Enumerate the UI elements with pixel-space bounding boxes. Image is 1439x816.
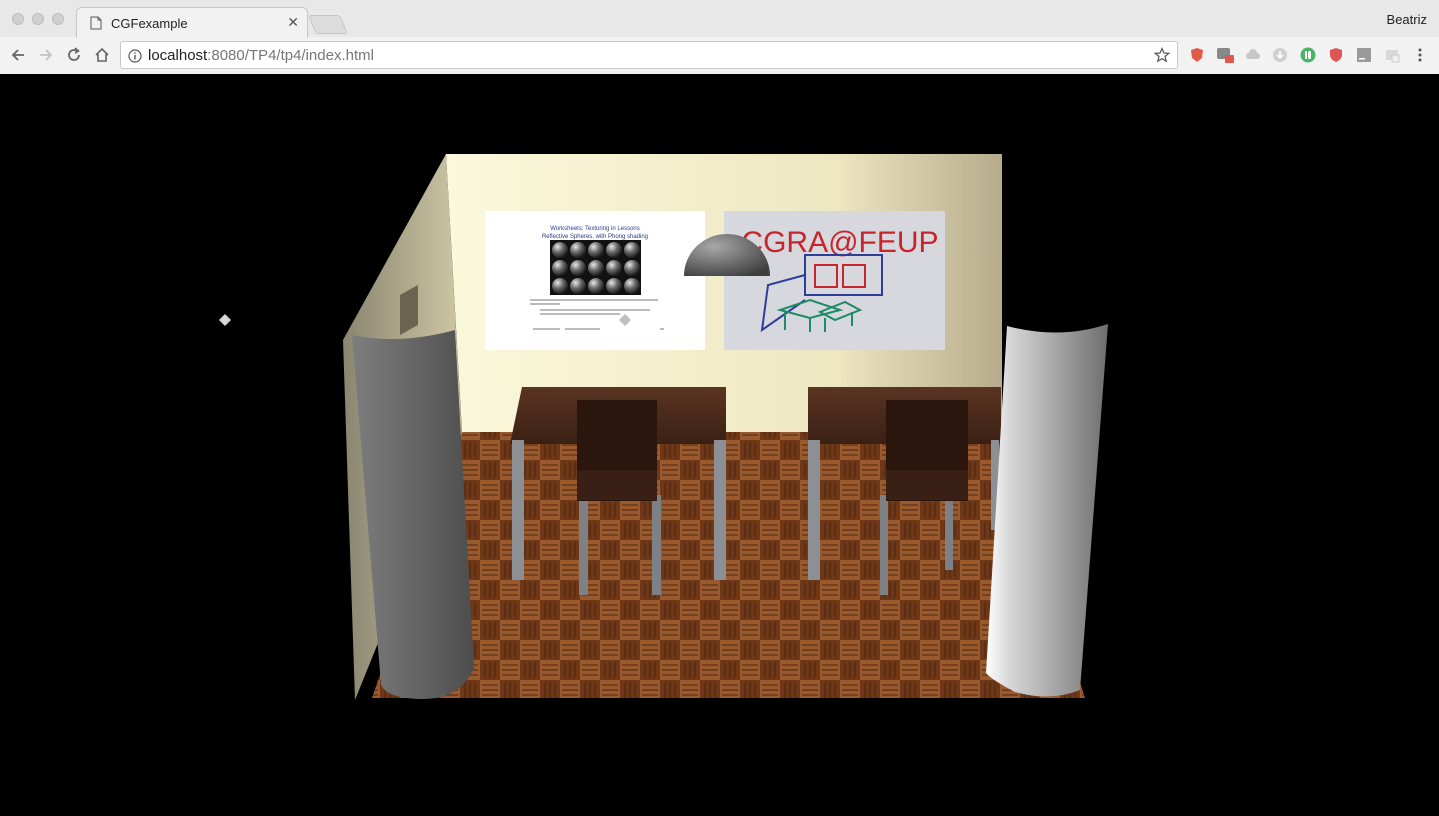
cloud-extension-icon[interactable]: [1244, 46, 1262, 64]
back-button[interactable]: [8, 45, 28, 65]
webgl-canvas[interactable]: Worksheets: Texturing in Lessons Reflect…: [0, 74, 1439, 811]
parquet-floor: [372, 432, 1085, 698]
poster-cgra-feup: CGRA@FEUP: [724, 211, 945, 350]
window-extension-icon[interactable]: [1383, 46, 1401, 64]
home-icon: [95, 47, 109, 62]
download-extension-icon[interactable]: [1271, 46, 1289, 64]
close-window-button[interactable]: [12, 13, 24, 25]
address-bar[interactable]: localhost:8080/TP4/tp4/index.html: [120, 41, 1178, 69]
tab-cgfexample[interactable]: CGFexample ✕: [76, 7, 308, 38]
forward-arrow-icon: [40, 49, 53, 61]
page-icon: [90, 16, 102, 30]
url-host: localhost: [148, 47, 208, 64]
zoom-window-button[interactable]: [52, 13, 64, 25]
chair-left: [577, 400, 657, 501]
tab-close-icon[interactable]: ✕: [287, 14, 299, 31]
info-icon[interactable]: [128, 49, 142, 63]
poster-heading-1: Worksheets: Texturing in Lessons: [550, 226, 640, 232]
shield-extension-icon[interactable]: [1327, 46, 1345, 64]
home-button[interactable]: [92, 45, 112, 65]
notes-extension-icon[interactable]: [1216, 46, 1234, 64]
tab-strip: CGFexample ✕ Beatriz: [0, 0, 1439, 38]
forward-button[interactable]: [36, 45, 56, 65]
poster-heading-2: Reflective Spheres, with Phong shading: [542, 234, 648, 240]
sphere-grid-spheres: [552, 242, 640, 294]
menu-kebab-icon[interactable]: [1411, 46, 1429, 64]
back-arrow-icon: [11, 49, 24, 61]
new-tab-button[interactable]: [308, 15, 348, 34]
bookmark-star-icon[interactable]: [1154, 47, 1170, 63]
jetbrains-extension-icon[interactable]: [1355, 46, 1373, 64]
scene-svg: Worksheets: Texturing in Lessons Reflect…: [219, 154, 1108, 700]
ublock-extension-icon[interactable]: [1188, 46, 1206, 64]
tab-title: CGFexample: [111, 16, 188, 31]
profile-name[interactable]: Beatriz: [1387, 12, 1427, 27]
url-text: localhost:8080/TP4/tp4/index.html: [148, 47, 374, 64]
chair-right: [886, 400, 968, 501]
column-right: [986, 324, 1108, 697]
reload-icon: [68, 47, 80, 61]
poster-worksheet: Worksheets: Texturing in Lessons Reflect…: [485, 211, 705, 350]
browser-chrome: CGFexample ✕ Beatriz localhost:8080/TP4/…: [0, 0, 1439, 75]
minimize-window-button[interactable]: [32, 13, 44, 25]
light-source-marker: [219, 314, 231, 326]
url-path: :8080/TP4/tp4/index.html: [207, 47, 374, 64]
reload-button[interactable]: [64, 45, 84, 65]
pushbullet-extension-icon[interactable]: [1299, 46, 1317, 64]
